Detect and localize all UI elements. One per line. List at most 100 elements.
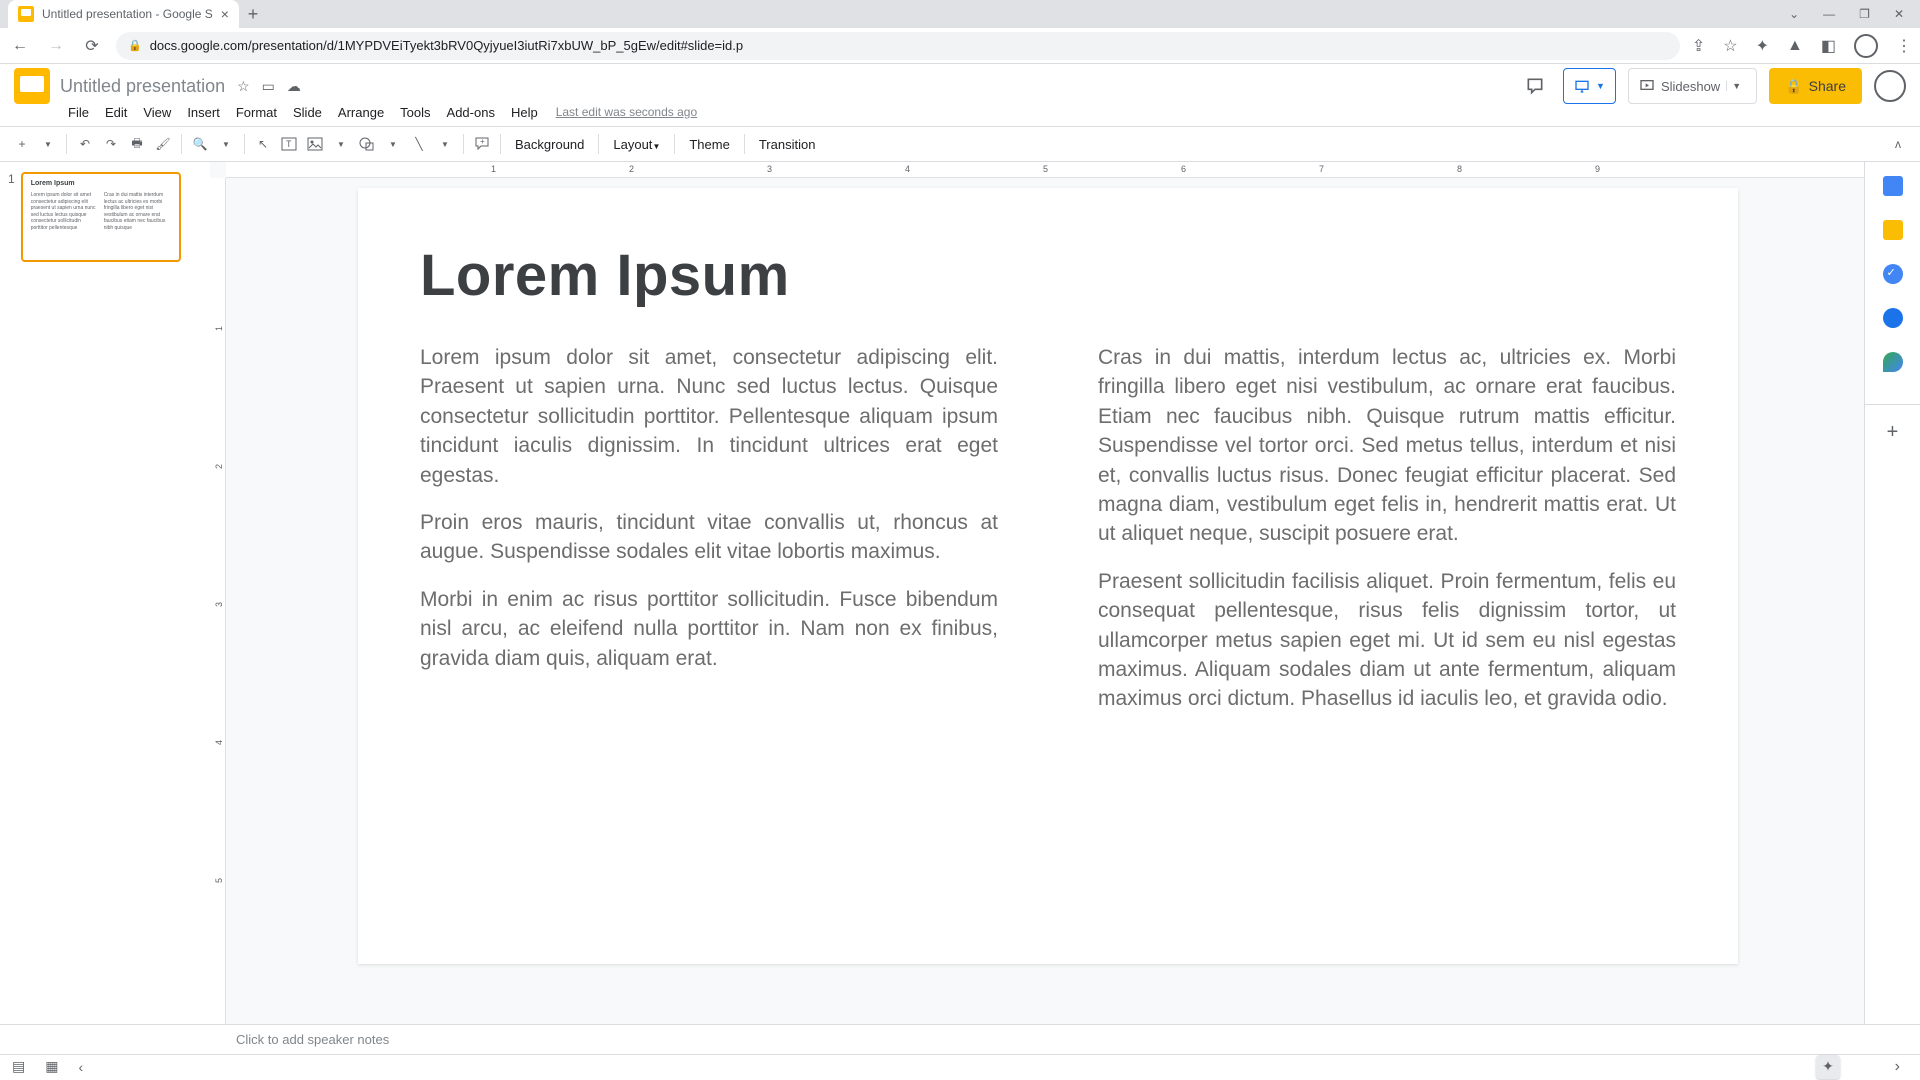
print-button[interactable]: 🖶 [125, 132, 149, 156]
chrome-menu-icon[interactable]: ⋮ [1896, 36, 1912, 56]
slide-paragraph: Cras in dui mattis, interdum lectus ac, … [1098, 343, 1676, 549]
hide-sidepanel-icon[interactable]: › [1895, 1058, 1900, 1076]
menu-slide[interactable]: Slide [287, 103, 328, 122]
grid-view-icon[interactable]: ▦ [45, 1058, 58, 1075]
line-dropdown-icon[interactable]: ▼ [433, 132, 457, 156]
slide-number: 1 [8, 172, 15, 1014]
share-page-icon[interactable]: ⇪ [1692, 36, 1705, 56]
ruler-tick: 6 [1181, 164, 1186, 174]
ruler-tick: 3 [214, 602, 224, 607]
slide-body-left[interactable]: Lorem ipsum dolor sit amet, consectetur … [420, 343, 998, 714]
bookmark-icon[interactable]: ☆ [1723, 36, 1737, 56]
menu-tools[interactable]: Tools [394, 103, 436, 122]
back-button[interactable]: ← [8, 34, 32, 58]
slide-body-right[interactable]: Cras in dui mattis, interdum lectus ac, … [1098, 343, 1676, 714]
contacts-icon[interactable] [1883, 308, 1903, 328]
collapse-toolbar-button[interactable]: ʌ [1886, 132, 1910, 156]
extension-icon[interactable]: ▲ [1787, 37, 1803, 55]
theme-button[interactable]: Theme [681, 137, 737, 152]
url-input[interactable]: 🔒 docs.google.com/presentation/d/1MYPDVE… [116, 32, 1680, 60]
profile-avatar-icon[interactable] [1854, 34, 1878, 58]
maximize-icon[interactable]: ❐ [1859, 7, 1870, 21]
menu-format[interactable]: Format [230, 103, 283, 122]
new-slide-button[interactable]: + [10, 132, 34, 156]
filmstrip-view-icon[interactable]: ▤ [12, 1058, 25, 1075]
keep-icon[interactable] [1883, 220, 1903, 240]
cloud-status-icon[interactable]: ☁ [287, 78, 301, 95]
ruler-tick: 4 [214, 740, 224, 745]
chevron-down-icon[interactable]: ⌄ [1789, 7, 1799, 21]
star-icon[interactable]: ☆ [237, 78, 250, 95]
slide-title[interactable]: Lorem Ipsum [420, 242, 1676, 309]
redo-button[interactable]: ↷ [99, 132, 123, 156]
filmstrip[interactable]: 1 Lorem Ipsum Lorem ipsum dolor sit amet… [0, 162, 210, 1024]
menu-bar: File Edit View Insert Format Slide Arran… [0, 102, 1920, 122]
slideshow-label: Slideshow [1661, 79, 1720, 94]
close-window-icon[interactable]: ✕ [1894, 7, 1904, 21]
ruler-tick: 1 [491, 164, 496, 174]
layout-button[interactable]: Layout▼ [605, 137, 668, 152]
forward-button[interactable]: → [44, 34, 68, 58]
paint-format-button[interactable]: 🖌 [151, 132, 175, 156]
horizontal-ruler[interactable]: 1 2 3 4 5 6 7 8 9 [226, 162, 1864, 178]
new-slide-dropdown-icon[interactable]: ▼ [36, 132, 60, 156]
ruler-tick: 8 [1457, 164, 1462, 174]
sidepanel-icon[interactable]: ◧ [1821, 36, 1836, 56]
minimize-icon[interactable]: — [1823, 7, 1835, 21]
shape-dropdown-icon[interactable]: ▼ [381, 132, 405, 156]
vertical-ruler[interactable]: 1 2 3 4 5 [210, 178, 226, 1024]
line-button[interactable]: ╲ [407, 132, 431, 156]
extensions-icon[interactable]: ✦ [1756, 36, 1769, 56]
tasks-icon[interactable] [1883, 264, 1903, 284]
present-button[interactable]: ▼ [1563, 68, 1616, 104]
zoom-dropdown-icon[interactable]: ▼ [214, 132, 238, 156]
account-avatar-icon[interactable] [1874, 70, 1906, 102]
close-tab-icon[interactable]: × [221, 6, 229, 22]
shape-button[interactable] [355, 132, 379, 156]
slideshow-button[interactable]: Slideshow ▼ [1628, 68, 1757, 104]
slide-canvas[interactable]: Lorem Ipsum Lorem ipsum dolor sit amet, … [358, 188, 1738, 964]
slides-logo-icon[interactable] [14, 68, 50, 104]
image-button[interactable] [303, 132, 327, 156]
slide-thumbnail[interactable]: Lorem Ipsum Lorem ipsum dolor sit amet c… [21, 172, 181, 262]
menu-view[interactable]: View [137, 103, 177, 122]
menu-insert[interactable]: Insert [181, 103, 226, 122]
calendar-icon[interactable] [1883, 176, 1903, 196]
lock-icon: 🔒 [1785, 78, 1802, 95]
select-tool-button[interactable]: ↖ [251, 132, 275, 156]
zoom-button[interactable]: 🔍 [188, 132, 212, 156]
new-tab-button[interactable]: + [239, 0, 267, 28]
comment-button[interactable]: + [470, 132, 494, 156]
notes-placeholder: Click to add speaker notes [236, 1032, 389, 1047]
ruler-tick: 5 [214, 878, 224, 883]
canvas-area[interactable]: 1 2 3 4 5 6 7 8 9 1 2 3 4 5 Lorem Ipsum … [210, 162, 1864, 1024]
slide-paragraph: Proin eros mauris, tincidunt vitae conva… [420, 508, 998, 567]
last-edit-link[interactable]: Last edit was seconds ago [556, 105, 697, 119]
slide-paragraph: Praesent sollicitudin facilisis aliquet.… [1098, 567, 1676, 714]
slideshow-dropdown-icon[interactable]: ▼ [1726, 81, 1746, 91]
menu-help[interactable]: Help [505, 103, 544, 122]
explore-button[interactable]: ✦ [1816, 1055, 1840, 1079]
ruler-tick: 3 [767, 164, 772, 174]
maps-icon[interactable] [1883, 352, 1903, 372]
reload-button[interactable]: ⟳ [80, 34, 104, 58]
browser-tab[interactable]: Untitled presentation - Google S × [8, 0, 239, 28]
move-icon[interactable]: ▭ [262, 78, 275, 95]
speaker-notes[interactable]: Click to add speaker notes [0, 1024, 1920, 1054]
document-name[interactable]: Untitled presentation [60, 76, 225, 97]
menu-edit[interactable]: Edit [99, 103, 133, 122]
collapse-filmstrip-icon[interactable]: ‹ [78, 1059, 83, 1075]
shape-icon [359, 136, 375, 152]
image-dropdown-icon[interactable]: ▼ [329, 132, 353, 156]
undo-button[interactable]: ↶ [73, 132, 97, 156]
menu-arrange[interactable]: Arrange [332, 103, 390, 122]
add-addon-button[interactable]: + [1865, 404, 1920, 444]
transition-button[interactable]: Transition [751, 137, 824, 152]
comments-button[interactable] [1519, 70, 1551, 102]
thumb-col-left: Lorem ipsum dolor sit amet consectetur a… [31, 192, 98, 231]
background-button[interactable]: Background [507, 137, 592, 152]
textbox-button[interactable]: T [277, 132, 301, 156]
menu-addons[interactable]: Add-ons [441, 103, 501, 122]
share-button[interactable]: 🔒 Share [1769, 68, 1862, 104]
menu-file[interactable]: File [62, 103, 95, 122]
